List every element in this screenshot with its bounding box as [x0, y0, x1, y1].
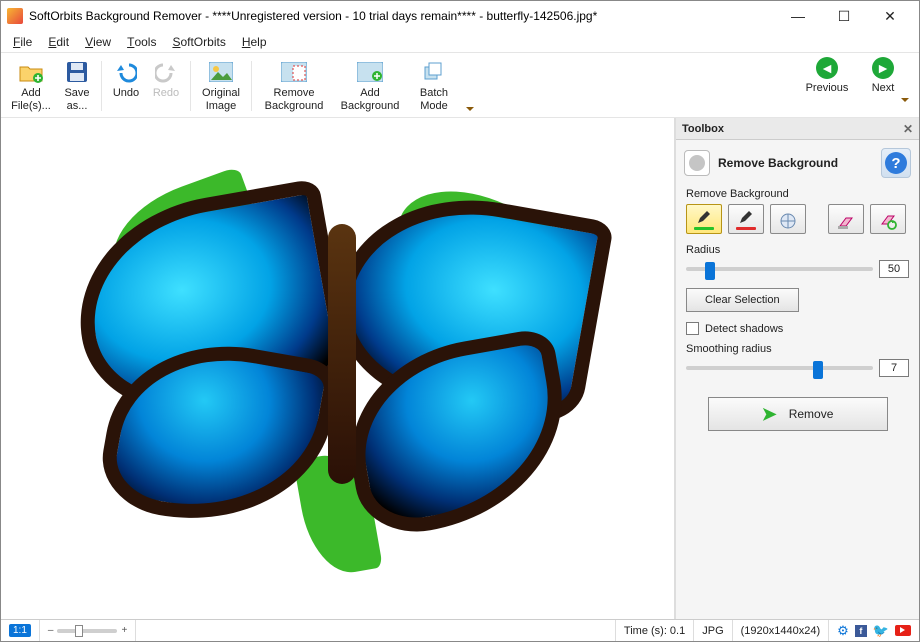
zoom-out-icon[interactable]: – [48, 625, 54, 636]
redo-icon [153, 59, 179, 85]
toolbox-header: Toolbox ✕ [676, 118, 919, 140]
add-files-label: Add File(s)... [7, 87, 55, 113]
nav-overflow[interactable] [895, 98, 909, 106]
next-label: Next [872, 82, 895, 94]
marker-tool-row [676, 204, 919, 244]
eraser-refresh-icon [879, 214, 897, 230]
zoom-slider-cell: – + [40, 620, 136, 641]
add-bg-icon [357, 59, 383, 85]
time-cell: Time (s): 0.1 [616, 620, 694, 641]
menu-softorbits[interactable]: SoftOrbits [164, 31, 233, 52]
radius-slider[interactable] [686, 267, 873, 271]
redo-button[interactable]: Redo [146, 57, 186, 102]
floppy-icon [64, 59, 90, 85]
pencil-icon [738, 209, 754, 225]
window-title: SoftOrbits Background Remover - ****Unre… [29, 9, 775, 23]
menu-edit[interactable]: Edit [40, 31, 77, 52]
next-button[interactable]: ► Next [859, 57, 907, 94]
zoom-ratio-badge: 1:1 [9, 624, 31, 637]
remove-background-label: Remove Background [258, 87, 330, 113]
twitter-icon[interactable]: 🐦 [873, 623, 889, 639]
social-links: ⚙ f 🐦 [829, 620, 919, 641]
pencil-icon [696, 209, 712, 225]
remove-button[interactable]: ➤ Remove [708, 397, 888, 431]
menu-view[interactable]: View [77, 31, 119, 52]
zoom-ratio-cell[interactable]: 1:1 [1, 620, 40, 641]
original-image-label: Original Image [197, 87, 245, 113]
zoom-slider[interactable] [57, 629, 117, 633]
panel-title: Remove Background [718, 156, 873, 170]
remove-label: Remove [789, 407, 834, 421]
facebook-icon[interactable]: f [855, 625, 867, 637]
canvas[interactable] [1, 118, 675, 619]
redo-label: Redo [153, 87, 179, 100]
radius-label: Radius [676, 244, 919, 260]
minimize-button[interactable]: — [775, 1, 821, 31]
dimensions-cell: (1920x1440x24) [733, 620, 830, 641]
main-area: Toolbox ✕ Remove Background ? Remove Bac… [1, 118, 919, 619]
detect-shadows-checkbox[interactable] [686, 322, 699, 335]
undo-label: Undo [113, 87, 139, 100]
batch-icon [421, 59, 447, 85]
image-icon [208, 59, 234, 85]
eraser-tool[interactable] [828, 204, 864, 234]
red-marker-tool[interactable] [728, 204, 764, 234]
remove-background-button[interactable]: Remove Background [256, 57, 332, 115]
original-image-button[interactable]: Original Image [195, 57, 247, 115]
previous-button[interactable]: ◄ Previous [803, 57, 851, 94]
format-cell: JPG [694, 620, 732, 641]
save-as-button[interactable]: Save as... [57, 57, 97, 115]
menu-help[interactable]: Help [234, 31, 275, 52]
eraser-icon [837, 216, 855, 230]
window-controls: — ☐ ✕ [775, 1, 913, 31]
help-button[interactable]: ? [881, 148, 911, 178]
zoom-in-icon[interactable]: + [121, 625, 127, 636]
close-button[interactable]: ✕ [867, 1, 913, 31]
toolbox-panel: Toolbox ✕ Remove Background ? Remove Bac… [675, 118, 919, 619]
youtube-icon[interactable] [895, 625, 911, 636]
smoothing-value[interactable]: 7 [879, 359, 909, 377]
eraser-refresh-tool[interactable] [870, 204, 906, 234]
menubar: File Edit View Tools SoftOrbits Help [1, 31, 919, 53]
previous-label: Previous [806, 82, 849, 94]
toolbar-overflow[interactable] [460, 107, 474, 115]
save-as-label: Save as... [59, 87, 95, 113]
add-background-button[interactable]: Add Background [332, 57, 408, 115]
panel-icon [684, 150, 710, 176]
titlebar: SoftOrbits Background Remover - ****Unre… [1, 1, 919, 31]
status-bar: 1:1 – + Time (s): 0.1 JPG (1920x1440x24)… [1, 619, 919, 641]
remove-bg-section-label: Remove Background [676, 188, 919, 204]
app-icon [7, 8, 23, 24]
add-files-button[interactable]: Add File(s)... [5, 57, 57, 115]
arrow-left-icon: ◄ [816, 57, 838, 79]
toolbox-title: Toolbox [682, 123, 724, 135]
green-marker-tool[interactable] [686, 204, 722, 234]
batch-mode-button[interactable]: Batch Mode [408, 57, 460, 115]
undo-icon [113, 59, 139, 85]
arrow-right-icon: ► [872, 57, 894, 79]
add-background-label: Add Background [334, 87, 406, 113]
play-arrow-icon: ➤ [762, 404, 777, 425]
folder-plus-icon [18, 59, 44, 85]
menu-tools[interactable]: Tools [119, 31, 164, 52]
smoothing-slider[interactable] [686, 366, 873, 370]
menu-file[interactable]: File [5, 31, 40, 52]
remove-bg-icon [281, 59, 307, 85]
auto-tool[interactable] [770, 204, 806, 234]
globe-icon [779, 212, 797, 230]
maximize-button[interactable]: ☐ [821, 1, 867, 31]
clear-selection-button[interactable]: Clear Selection [686, 288, 799, 312]
help-icon: ? [885, 152, 907, 174]
settings-icon[interactable]: ⚙ [837, 623, 849, 639]
undo-button[interactable]: Undo [106, 57, 146, 102]
radius-value[interactable]: 50 [879, 260, 909, 278]
toolbar: Add File(s)... Save as... Undo Redo [1, 53, 919, 118]
detect-shadows-label: Detect shadows [705, 323, 783, 335]
toolbox-close-icon[interactable]: ✕ [903, 122, 913, 136]
image-content [18, 154, 658, 584]
smoothing-label: Smoothing radius [676, 343, 919, 359]
batch-mode-label: Batch Mode [410, 87, 458, 113]
